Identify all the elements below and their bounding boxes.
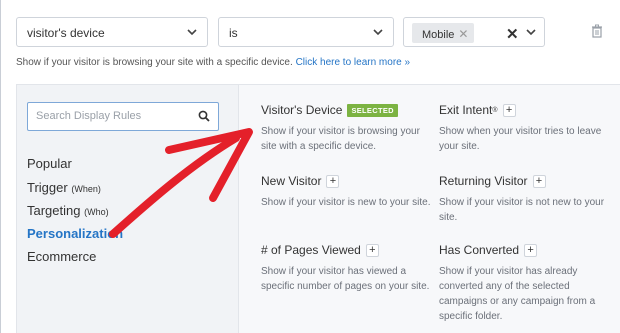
add-icon[interactable]: + — [524, 243, 538, 257]
rule-field-select[interactable]: visitor's device — [16, 17, 208, 47]
remove-tag-icon[interactable]: ✕ — [458, 27, 468, 41]
rule-value-select[interactable]: Mobile ✕ ✕ — [403, 17, 545, 47]
rule-row: visitor's device is Mobile ✕ ✕ Show if yo… — [1, 0, 620, 84]
chevron-down-icon — [187, 29, 197, 36]
trash-icon[interactable] — [591, 24, 603, 38]
rule-option-pages-viewed[interactable]: # of Pages Viewed + Show if your visitor … — [261, 243, 431, 294]
add-icon[interactable]: + — [532, 174, 546, 188]
display-rules-editor: visitor's device is Mobile ✕ ✕ Show if yo… — [0, 0, 620, 333]
add-icon[interactable]: + — [502, 103, 516, 117]
sidebar-item-personalization[interactable]: Personalization — [27, 226, 123, 241]
rule-option-visitors-device[interactable]: Visitor's Device SELECTED Show if your vi… — [261, 103, 431, 154]
rules-sidebar: Search Display Rules Popular Trigger (Wh… — [17, 85, 239, 333]
rule-field-value: visitor's device — [27, 26, 105, 40]
add-icon[interactable]: + — [365, 243, 379, 257]
value-tag: Mobile ✕ — [412, 23, 475, 43]
chevron-down-icon[interactable] — [526, 27, 536, 37]
sidebar-item-ecommerce[interactable]: Ecommerce — [27, 249, 96, 264]
rule-operator-select[interactable]: is — [218, 17, 394, 47]
sidebar-item-popular[interactable]: Popular — [27, 156, 72, 171]
clear-icon[interactable]: ✕ — [506, 25, 519, 43]
add-icon[interactable]: + — [326, 174, 340, 188]
rule-option-exit-intent[interactable]: Exit Intent ® + Show when your visitor tri… — [439, 103, 609, 154]
chevron-down-icon — [373, 29, 383, 36]
rules-picker-panel: Search Display Rules Popular Trigger (Wh… — [16, 84, 620, 333]
rule-option-returning-visitor[interactable]: Returning Visitor + Show if your visitor … — [439, 174, 609, 225]
value-tag-label: Mobile — [422, 29, 455, 41]
search-rules-input[interactable]: Search Display Rules — [27, 102, 219, 131]
rule-option-has-converted[interactable]: Has Converted + Show if your visitor has … — [439, 243, 609, 324]
search-icon — [198, 110, 210, 122]
rule-help-text: Show if your visitor is browsing your si… — [16, 57, 411, 68]
learn-more-link[interactable]: Click here to learn more » — [296, 57, 411, 68]
sidebar-item-targeting[interactable]: Targeting (Who) — [27, 203, 109, 218]
rule-option-new-visitor[interactable]: New Visitor + Show if your visitor is new… — [261, 174, 431, 210]
rule-options: Visitor's Device SELECTED Show if your vi… — [240, 85, 620, 333]
sidebar-item-trigger[interactable]: Trigger (When) — [27, 180, 101, 195]
selected-badge: SELECTED — [347, 103, 398, 117]
rule-operator-value: is — [229, 26, 238, 40]
search-placeholder: Search Display Rules — [36, 110, 142, 122]
